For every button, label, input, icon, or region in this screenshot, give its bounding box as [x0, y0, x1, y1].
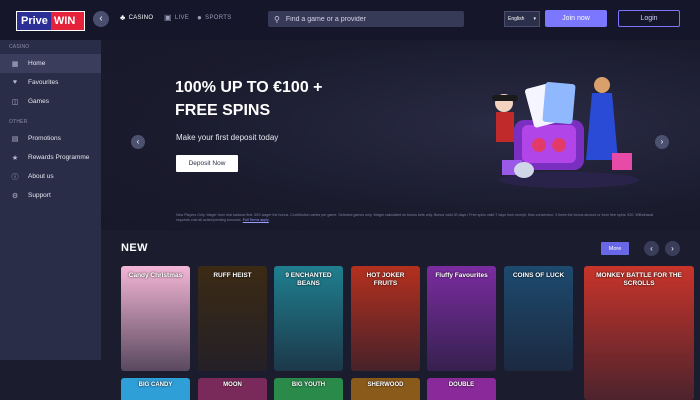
game-tile-title: BIG YOUTH [291, 382, 326, 388]
nav-sports-label: SPORTS [205, 14, 232, 21]
brand-logo-part1: Prive [17, 12, 51, 30]
chevron-right-icon: › [671, 244, 674, 253]
sidebar-item-label: Promotions [28, 135, 61, 142]
game-tile[interactable]: BIG YOUTH [274, 378, 343, 400]
trophy-icon: ★ [11, 154, 19, 162]
game-tile[interactable]: RUFF HEIST [198, 266, 267, 371]
banner-subline: Make your first deposit today [176, 133, 279, 142]
game-tile[interactable]: Candy Christmas [121, 266, 190, 371]
chevron-left-icon: ‹ [99, 13, 103, 24]
sidebar-item-label: Support [28, 192, 51, 199]
chevron-right-icon: › [660, 137, 664, 146]
search-icon: ⚲ [274, 14, 280, 24]
brand-logo[interactable]: Prive WIN [16, 11, 85, 31]
language-value: English [508, 16, 525, 22]
game-tile-title: SHERWOOD [367, 382, 404, 388]
deposit-now-button[interactable]: Deposit Now [176, 155, 238, 172]
games-next-button[interactable]: › [665, 241, 680, 256]
ball-icon: ● [197, 13, 203, 22]
banner-headline-line1: 100% UP TO €100 + [175, 79, 323, 96]
game-tile-title: MONKEY BATTLE FOR THE SCROLLS [596, 272, 682, 287]
join-now-button[interactable]: Join now [545, 10, 607, 27]
game-tile[interactable]: Fluffy Favourites [427, 266, 496, 371]
game-tile-title: Candy Christmas [128, 272, 183, 279]
login-button[interactable]: Login [618, 10, 680, 27]
sidebar-item-rewards[interactable]: ★ Rewards Programme [0, 148, 101, 167]
chevron-left-icon: ‹ [136, 137, 140, 146]
support-icon: ⚙ [11, 192, 19, 200]
nav-casino-label: CASINO [128, 14, 154, 21]
sidebar-item-promotions[interactable]: ▤ Promotions [0, 129, 101, 148]
game-tile-title: Fluffy Favourites [435, 272, 488, 279]
home-icon: ▦ [11, 60, 19, 68]
game-tile[interactable]: 9 ENCHANTED BEANS [274, 266, 343, 371]
terms-text: New Players Only. Wager from real balanc… [176, 213, 666, 223]
brand-logo-part2: WIN [50, 12, 84, 30]
game-tile[interactable]: BIG CANDY [121, 378, 190, 400]
nav-live[interactable]: ▣ LIVE [164, 13, 189, 22]
heart-icon: ♥ [12, 79, 18, 86]
game-tile-title: COINS OF LUCK [512, 272, 565, 279]
sidebar-item-support[interactable]: ⚙ Support [0, 186, 101, 205]
sidebar-item-label: Rewards Programme [28, 154, 90, 161]
sidebar-section-casino: CASINO [9, 44, 30, 50]
gift-icon: ▤ [11, 135, 19, 143]
sidebar-item-label: Home [28, 60, 46, 67]
sidebar-item-label: Games [28, 98, 49, 105]
game-tile-title: BIG CANDY [138, 382, 173, 388]
search-bar[interactable]: ⚲ [268, 11, 464, 27]
search-input[interactable] [285, 15, 446, 23]
game-tile-title: MOON [223, 382, 242, 388]
banner-next-button[interactable]: › [655, 135, 669, 149]
sidebar-item-about[interactable]: ⓘ About us [0, 167, 101, 186]
game-tile-title: HOT JOKER FRUITS [366, 272, 405, 287]
sidebar: CASINO ▦ Home ♥ Favourites ◫ Games OTHER… [0, 40, 101, 360]
sidebar-item-label: About us [28, 173, 54, 180]
sidebar-item-home[interactable]: ▦ Home [0, 54, 101, 73]
banner-headline-line2: FREE SPINS [175, 102, 271, 119]
games-prev-button[interactable]: ‹ [644, 241, 659, 256]
terms-link[interactable]: Full Terms apply [243, 218, 269, 222]
sidebar-item-label: Favourites [28, 79, 59, 86]
game-tile-title: RUFF HEIST [213, 272, 252, 279]
chevron-left-icon: ‹ [650, 244, 653, 253]
club-icon: ♣ [120, 13, 126, 22]
game-tile[interactable]: DOUBLE [427, 378, 496, 400]
language-select[interactable]: English ▾ [504, 11, 540, 27]
more-button[interactable]: More [601, 242, 629, 255]
banner-prev-button[interactable]: ‹ [131, 135, 145, 149]
sidebar-item-games[interactable]: ◫ Games [0, 92, 101, 111]
game-tile-title: 9 ENCHANTED BEANS [285, 272, 332, 287]
section-title-new: NEW [121, 242, 148, 254]
info-icon: ⓘ [11, 173, 19, 181]
nav-live-label: LIVE [174, 14, 190, 21]
games-icon: ◫ [11, 98, 19, 106]
top-bar: Prive WIN ‹ ♣ CASINO ▣ LIVE ● SPORTS ⚲ E… [0, 0, 700, 40]
game-tile[interactable]: HOT JOKER FRUITS [351, 266, 420, 371]
chevron-down-icon: ▾ [533, 16, 536, 22]
nav-sports[interactable]: ● SPORTS [197, 13, 232, 22]
sidebar-collapse-button[interactable]: ‹ [93, 11, 109, 27]
game-tile[interactable]: MOON [198, 378, 267, 400]
game-tile[interactable]: SHERWOOD [351, 378, 420, 400]
nav-casino[interactable]: ♣ CASINO [120, 13, 153, 22]
casino-characters-illustration [492, 77, 639, 188]
sidebar-item-favourites[interactable]: ♥ Favourites [0, 73, 101, 92]
game-tile-title: DOUBLE [448, 382, 475, 388]
game-tile[interactable]: COINS OF LUCK [504, 266, 573, 371]
live-icon: ▣ [164, 13, 172, 22]
game-tile[interactable]: MONKEY BATTLE FOR THE SCROLLS [584, 266, 694, 400]
banner-headline: 100% UP TO €100 + FREE SPINS [175, 76, 375, 122]
sidebar-section-other: OTHER [9, 119, 28, 125]
